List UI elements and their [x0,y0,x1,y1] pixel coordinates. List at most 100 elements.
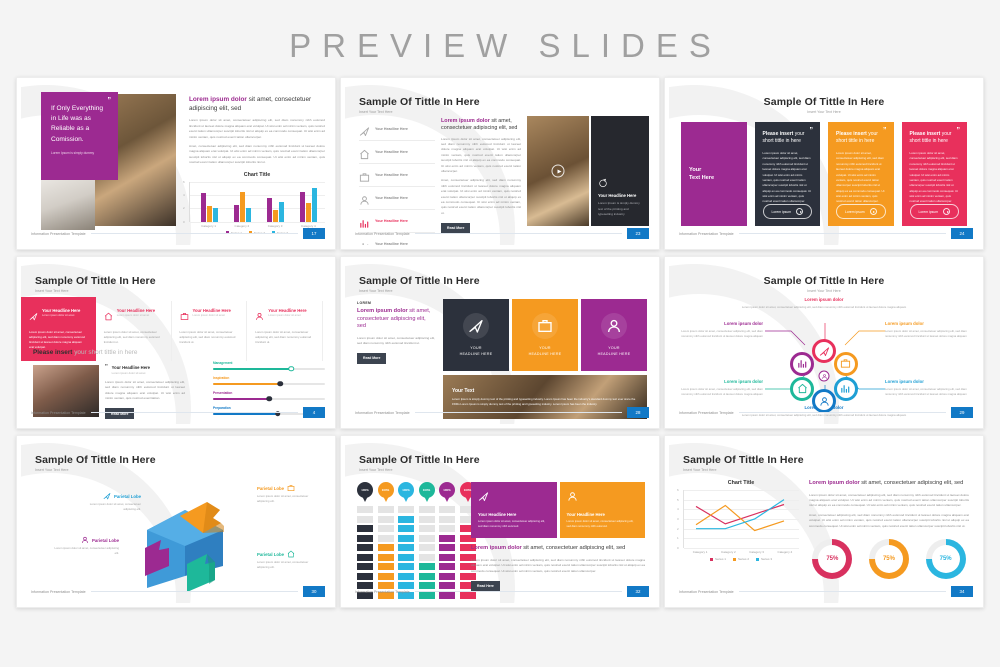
slide2-list-item[interactable]: Your Headline Here [359,118,435,141]
slide4-slider[interactable]: Management70% [213,361,325,372]
slide4-slider[interactable]: Presentation50% [213,391,325,402]
slide2-feature-list[interactable]: Your Headline Here Your Headline Here Your… [359,118,435,245]
donut-chart: 75% [812,538,853,579]
paper-plane-icon [478,492,489,502]
slide3-card-row: Your Text Here ” Please insert your short … [681,122,967,226]
slide4-feature-box: Your Headline Here Lorem ipsum dolor sit … [172,301,248,361]
pin-label: 100% [443,488,451,492]
home-icon [360,149,369,159]
color-swatch [398,506,414,513]
color-swatch [439,506,455,513]
slide5-tile-caption: YOUR HEADLINE HERE [597,346,631,356]
slide-thumbnail-7[interactable]: Sample Of Tittle In Here Insert Your Tex… [16,435,336,608]
slide-thumbnail-6[interactable]: Sample Of Tittle In Here Insert Your Tex… [664,256,984,429]
x-tick-label: Category 1 [692,550,708,554]
slide8-pin: 100% [439,482,455,502]
slide8-card: Your Headline Here Lorem ipsum dolor sit … [471,482,557,539]
slide6-circle[interactable] [790,351,815,376]
slide3-card-title: Please insert your short tittle in here [836,131,878,144]
slide5-tile[interactable]: YOUR HEADLINE HERE [512,299,578,371]
bar-chart-icon [362,242,369,245]
page-number-badge: 34 [951,586,973,597]
paper-plane-icon [819,346,829,356]
color-swatch [439,525,455,532]
slide6-footer: Information Presentation Template 29 [679,407,973,418]
slide6-circle[interactable] [833,351,858,376]
donut-percent: 75% [939,555,952,562]
slide3-card: ” Please insert your short tittle in here… [901,122,967,226]
slide2-item-label: Your Headline Here [375,173,408,177]
slide2-list-item[interactable]: Your Headline Here [359,187,435,210]
slide-thumbnail-8[interactable]: Sample Of Tittle In Here Insert Your Tex… [340,435,660,608]
play-icon[interactable] [551,164,565,178]
slide4-box-title: Your Headline Here [268,308,307,313]
person-icon [255,308,264,326]
briefcase-icon [538,320,552,333]
slide-thumbnail-1[interactable]: ” If Only Everything in Life was as Reli… [16,77,336,250]
color-swatch [377,563,394,570]
slide-thumbnail-3[interactable]: Sample Of Tittle In Here Insert Your Tex… [664,77,984,250]
slider-label: Inspiration [213,376,230,380]
slide5-tile-caption: YOUR HEADLINE HERE [459,346,493,356]
slide9-title: Sample Of Tittle In Here [683,454,804,466]
slide3-card-button[interactable]: Lorem ipsum [762,204,812,219]
paper-plane-icon [103,493,111,500]
slide2-list-item[interactable]: Your Headline Here [359,164,435,187]
slide6-label-title: Lorem ipsum dolor [885,321,924,326]
slide6-circle[interactable] [833,376,858,401]
slide-thumbnail-5[interactable]: Sample Of Tittle In Here Insert Your Tex… [340,256,660,429]
bar-chart-icon [359,239,370,245]
home-icon [287,550,295,558]
slide3-card-button[interactable]: Lorem ipsum [836,204,886,219]
color-swatch [398,544,414,551]
briefcase-icon [359,170,370,182]
slide4-box-title: Your Headline Here [42,308,81,313]
page-number-badge: 17 [303,228,325,239]
slider-knob[interactable] [277,381,283,387]
slide5-tile[interactable]: YOUR HEADLINE HERE [443,299,509,371]
slide8-lead: Lorem ipsum dolor sit amet, consectetuer… [471,545,626,552]
color-swatch [439,563,455,570]
slide2-list-item[interactable]: Your Headline Here [359,141,435,164]
person-icon [256,313,264,320]
slide6-hex-diagram [787,339,861,413]
slide3-card: ” Please insert your short tittle in here… [754,122,820,226]
slide3-card-button[interactable]: Lorem ipsum [909,204,959,219]
quote-icon: ” [107,97,112,104]
color-swatch [357,534,373,542]
slide6-circle[interactable] [812,339,836,363]
slider-knob[interactable] [288,366,295,372]
slide2-item-label: Your Headline Here [375,219,408,223]
x-tick-label: Category 3 [267,223,283,228]
slide5-tiles: YOUR HEADLINE HERE YOUR HEADLINE HERE YOUR… [443,299,647,371]
slide8-card-text: Lorem ipsum dolor sit amet, consectetuer… [566,520,634,528]
slide2-title: Sample Of Tittle In Here [359,96,480,108]
pin-label: 100% [361,488,369,492]
footer-label: Information Presentation Template [31,410,86,415]
x-tick-label: Category 2 [721,550,736,554]
slide4-quote-text: Lorem ipsum dolor sit amet, consectetuer… [105,380,185,401]
bar-chart-icon [359,216,370,228]
puzzle-cube-graphic [125,488,243,598]
slide8-pin-markers: 100% 100% 100% 100% 100% 100% [357,482,476,502]
slider-knob[interactable] [266,396,272,402]
slide4-box-text: Lorem ipsum dolor sit amet, consectetuer… [255,330,312,344]
slide-thumbnail-2[interactable]: Sample Of Tittle In Here Insert Your Tex… [340,77,660,250]
slide6-label: Lorem ipsum dolor Lorem ipsum dolor sit a… [739,297,909,310]
color-swatch [418,544,435,551]
slide8-text: Lorem ipsum dolor sit amet, consectetuer… [471,557,645,573]
color-swatch [377,534,394,542]
slide6-label: Lorem ipsum dolor Lorem ipsum dolor sit a… [885,321,971,339]
slide-thumbnail-9[interactable]: Sample Of Tittle In Here Insert Your Tex… [664,435,984,608]
page-number-badge: 32 [627,586,649,597]
slide5-tile[interactable]: YOUR HEADLINE HERE [581,299,647,371]
briefcase-icon [180,308,189,326]
slide3-card-title: Please insert your short tittle in here [762,131,805,144]
slide6-circle[interactable] [790,376,815,401]
read-more-button[interactable]: Read More [357,352,387,364]
slide-thumbnail-4[interactable]: Sample Of Tittle In Here Insert Your Tex… [16,256,336,429]
slide6-label-text: Lorem ipsum dolor sit amet, consectetuer… [681,329,763,339]
color-swatch [439,572,455,580]
slide4-slider[interactable]: Inspiration60% [213,376,325,387]
color-swatch [377,553,394,561]
